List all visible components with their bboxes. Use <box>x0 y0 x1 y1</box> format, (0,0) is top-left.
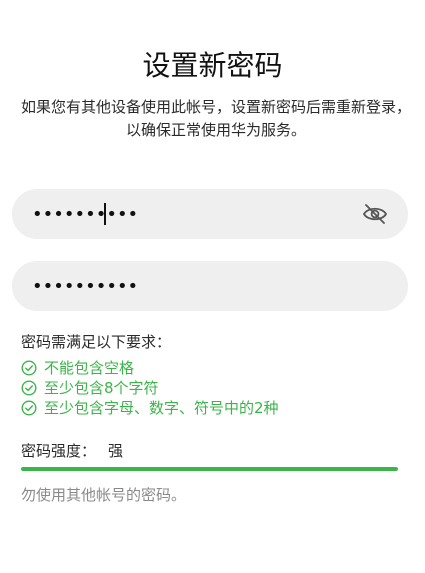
requirement-item: 至少包含字母、数字、符号中的2种 <box>21 398 279 418</box>
confirm-password-input[interactable] <box>32 261 352 311</box>
requirement-label: 至少包含8个字符 <box>44 379 159 397</box>
new-password-input[interactable] <box>32 189 352 239</box>
strength-meter-fill <box>21 467 398 471</box>
check-circle-icon <box>21 400 37 416</box>
eye-off-icon[interactable] <box>362 202 388 226</box>
confirm-password-field[interactable] <box>12 261 408 311</box>
requirement-label: 不能包含空格 <box>44 359 135 377</box>
password-hint: 勿使用其他帐号的密码。 <box>21 486 187 504</box>
strength-meter <box>21 467 398 471</box>
check-circle-icon <box>21 360 37 376</box>
page-title: 设置新密码 <box>142 49 283 82</box>
check-circle-icon <box>21 380 37 396</box>
password-strength: 密码强度： 强 <box>21 440 123 462</box>
strength-label: 密码强度： <box>21 442 97 460</box>
requirement-item: 至少包含8个字符 <box>21 378 159 398</box>
page-description: 如果您有其他设备使用此帐号，设置新密码后需重新登录，以确保正常使用华为服务。 <box>20 98 411 139</box>
new-password-field[interactable] <box>12 189 408 239</box>
requirement-item: 不能包含空格 <box>21 358 134 378</box>
requirements-title: 密码需满足以下要求： <box>21 333 172 351</box>
strength-value: 强 <box>108 442 124 460</box>
text-cursor <box>104 203 106 225</box>
requirement-label: 至少包含字母、数字、符号中的2种 <box>44 399 279 417</box>
